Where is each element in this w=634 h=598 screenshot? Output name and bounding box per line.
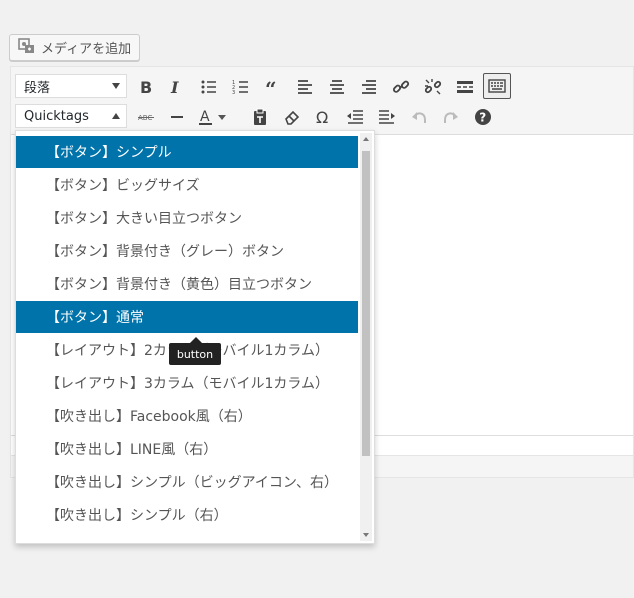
text-color-icon[interactable]: A — [193, 104, 233, 130]
tooltip: button — [169, 337, 221, 365]
bullet-list-icon[interactable] — [195, 74, 223, 100]
align-center-icon[interactable] — [323, 74, 351, 100]
menu-item[interactable]: 【吹き出し】シンプル（ビッグアイコン、右） — [16, 466, 358, 498]
svg-text:Ω: Ω — [316, 108, 328, 126]
menu-item[interactable]: 【ボタン】背景付き（黄色）目立つボタン — [16, 268, 358, 300]
outdent-icon[interactable] — [341, 104, 369, 130]
strikethrough-icon[interactable]: ABC — [132, 104, 160, 130]
add-media-label: メディアを追加 — [41, 42, 132, 57]
menu-item[interactable]: 【ボタン】ビッグサイズ — [16, 169, 358, 201]
paste-text-icon[interactable] — [246, 104, 274, 130]
italic-icon[interactable]: I — [162, 74, 190, 100]
read-more-icon[interactable] — [451, 74, 479, 100]
svg-text:?: ? — [479, 111, 486, 125]
svg-text:3: 3 — [232, 90, 235, 96]
unlink-icon[interactable] — [419, 74, 447, 100]
svg-text:A: A — [200, 109, 210, 125]
quicktags-select-value: Quicktags — [24, 108, 89, 124]
link-icon[interactable] — [387, 74, 415, 100]
menu-item[interactable]: 【ボタン】背景付き（グレー）ボタン — [16, 235, 358, 267]
menu-item[interactable]: 【吹き出し】LINE風（右） — [16, 433, 358, 465]
clear-format-icon[interactable] — [278, 104, 306, 130]
undo-icon[interactable] — [405, 104, 433, 130]
scroll-down-icon[interactable] — [363, 533, 369, 537]
svg-text:B: B — [140, 78, 152, 96]
menu-item[interactable]: 【ボタン】大きい目立つボタン — [16, 202, 358, 234]
blockquote-icon[interactable]: “ — [259, 74, 287, 100]
special-character-icon[interactable]: Ω — [310, 104, 338, 130]
menu-item[interactable]: 【ボタン】通常 — [16, 301, 358, 333]
chevron-down-icon — [112, 83, 120, 89]
svg-text:I: I — [170, 78, 179, 96]
menu-item[interactable]: 【レイアウト】3カラム（モバイル1カラム） — [16, 367, 358, 399]
indent-icon[interactable] — [373, 104, 401, 130]
menu-item[interactable]: 【ボタン】シンプル — [16, 136, 358, 168]
quicktags-select[interactable]: Quicktags — [15, 104, 127, 128]
align-left-icon[interactable] — [291, 74, 319, 100]
media-add-icon — [18, 37, 36, 58]
svg-text:“: “ — [265, 78, 277, 96]
scroll-up-icon[interactable] — [363, 137, 369, 141]
numbered-list-icon[interactable]: 123 — [227, 74, 255, 100]
menu-scrollbar[interactable] — [360, 133, 372, 541]
menu-item[interactable]: 【吹き出し】Facebook風（右） — [16, 400, 358, 432]
toolbar-toggle-icon[interactable] — [483, 73, 511, 99]
align-right-icon[interactable] — [355, 74, 383, 100]
bold-icon[interactable]: B — [132, 74, 160, 100]
add-media-button[interactable]: メディアを追加 — [9, 34, 140, 61]
menu-item[interactable]: 【吹き出し】シンプル（右） — [16, 499, 358, 531]
format-select-value: 段落 — [24, 80, 51, 96]
scroll-thumb[interactable] — [362, 151, 370, 456]
horizontal-line-icon[interactable] — [163, 104, 191, 130]
format-select[interactable]: 段落 — [15, 74, 127, 98]
chevron-up-icon — [112, 113, 120, 119]
help-icon[interactable]: ? — [469, 104, 497, 130]
redo-icon[interactable] — [437, 104, 465, 130]
